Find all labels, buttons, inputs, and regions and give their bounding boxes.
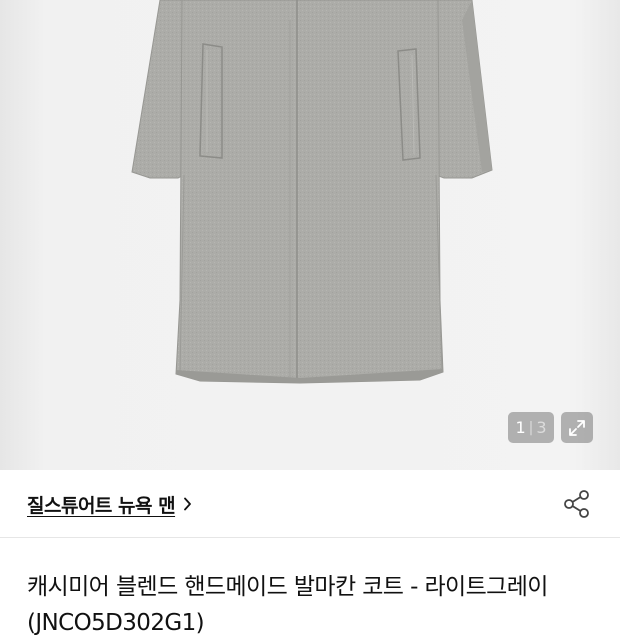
product-image (131, 0, 493, 384)
pager-separator: | (528, 419, 534, 436)
chevron-right-icon (184, 497, 191, 511)
pager-current: 1 (515, 418, 526, 437)
brand-name: 질스튜어트 뉴욕 맨 (27, 494, 176, 517)
share-icon (564, 490, 589, 518)
product-title: 캐시미어 블렌드 핸드메이드 발마칸 코트 - 라이트그레이 (JNCO5D30… (27, 574, 548, 636)
expand-image-button[interactable] (561, 412, 593, 443)
product-image-gallery[interactable]: 1 | 3 (0, 0, 620, 470)
image-pager: 1 | 3 (508, 412, 554, 443)
pager-total: 3 (536, 418, 547, 437)
brand-link[interactable]: 질스튜어트 뉴욕 맨 (27, 490, 192, 518)
expand-icon (569, 419, 585, 436)
brand-row: 질스튜어트 뉴욕 맨 (0, 470, 620, 538)
share-button[interactable] (563, 489, 591, 519)
